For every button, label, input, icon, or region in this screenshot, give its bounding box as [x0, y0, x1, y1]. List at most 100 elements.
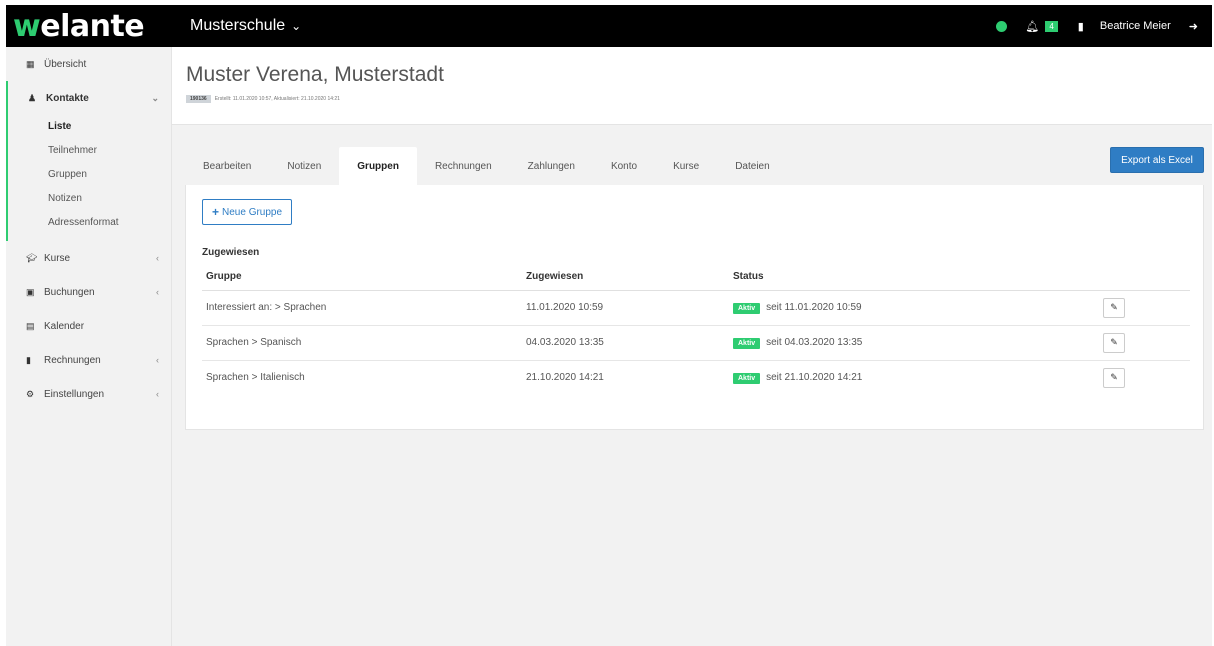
- subnav-item-adressenformat[interactable]: Adressenformat: [8, 211, 171, 235]
- tab-konto[interactable]: Konto: [593, 147, 655, 185]
- sidebar-item-buchungen[interactable]: ▣ Buchungen ‹: [6, 275, 171, 309]
- cell-zugewiesen: 04.03.2020 13:35: [522, 325, 729, 361]
- subnav-item-liste[interactable]: Liste: [8, 115, 171, 139]
- table-row: Sprachen > Spanisch 04.03.2020 13:35 Akt…: [202, 325, 1190, 361]
- plus-icon: +: [212, 205, 220, 219]
- status-badge: Aktiv: [733, 303, 761, 314]
- calendar-check-icon: ▣: [26, 286, 35, 297]
- brand-logo-prefix: w: [13, 8, 41, 44]
- cell-status: Aktiv seit 04.03.2020 13:35: [729, 325, 1099, 361]
- cell-status: Aktiv seit 11.01.2020 10:59: [729, 290, 1099, 326]
- status-since: seit 04.03.2020 13:35: [766, 337, 863, 348]
- grid-icon: ▦: [26, 58, 35, 69]
- tab-bearbeiten[interactable]: Bearbeiten: [185, 147, 269, 185]
- pencil-icon: ✎: [1110, 302, 1118, 312]
- cell-gruppe: Sprachen > Italienisch: [206, 372, 305, 384]
- groups-panel: + Neue Gruppe Zugewiesen Gruppe Zugewies…: [185, 185, 1204, 430]
- section-title: Zugewiesen: [202, 247, 260, 258]
- tab-bar: Bearbeiten Notizen Gruppen Rechnungen Za…: [185, 147, 1205, 185]
- chevron-left-icon: ‹: [156, 287, 159, 297]
- user-name[interactable]: Beatrice Meier: [1100, 20, 1171, 32]
- subnav-item-teilnehmer[interactable]: Teilnehmer: [8, 139, 171, 163]
- brand-logo-text: elante: [40, 8, 145, 44]
- cell-actions: ✎: [1099, 325, 1190, 361]
- tab-gruppen[interactable]: Gruppen: [339, 147, 417, 185]
- cell-zugewiesen: 21.10.2020 14:21: [526, 372, 604, 384]
- column-header-gruppe[interactable]: Gruppe: [202, 264, 522, 291]
- edit-button[interactable]: ✎: [1103, 332, 1125, 353]
- table-row: Interessiert an: > Sprachen 11.01.2020 1…: [202, 290, 1190, 326]
- chevron-left-icon: ‹: [156, 389, 159, 399]
- status-badge: Aktiv: [733, 338, 761, 349]
- new-group-label: Neue Gruppe: [222, 206, 283, 218]
- sidebar-item-label: Einstellungen: [44, 388, 105, 400]
- groups-table: Gruppe Zugewiesen Status Interessiert an…: [202, 264, 1190, 395]
- user-icon: ♟: [28, 92, 37, 103]
- brand-logo[interactable]: w elante: [6, 5, 172, 47]
- cell-status: Aktiv seit 21.10.2020 14:21: [729, 360, 1099, 395]
- edit-button[interactable]: ✎: [1103, 297, 1125, 318]
- export-excel-button[interactable]: Export als Excel: [1110, 147, 1204, 173]
- sidebar-item-kontakte[interactable]: ♟ Kontakte ⌄: [8, 81, 171, 115]
- chevron-left-icon: ‹: [156, 253, 159, 263]
- sidebar-item-einstellungen[interactable]: ⚙ Einstellungen ‹: [6, 377, 171, 411]
- cell-gruppe: Interessiert an: > Sprachen: [202, 290, 522, 326]
- sidebar-item-label: Kurse: [44, 252, 71, 264]
- logout-icon[interactable]: ➜: [1189, 20, 1198, 33]
- table-header-row: Gruppe Zugewiesen Status: [202, 264, 1190, 291]
- sidebar-item-label: Buchungen: [44, 286, 95, 298]
- online-status-icon[interactable]: [996, 20, 1008, 32]
- sidebar-item-label: Übersicht: [44, 58, 87, 70]
- sidebar-item-kurse[interactable]: 🎓︎ Kurse ‹: [6, 241, 171, 275]
- new-group-button[interactable]: + Neue Gruppe: [202, 199, 293, 225]
- record-id-badge: 190136: [186, 95, 211, 103]
- school-switcher[interactable]: Musterschule ⌄: [172, 17, 301, 35]
- column-header-status[interactable]: Status: [729, 264, 1099, 291]
- sidebar-item-label: Kalender: [44, 320, 85, 332]
- tab-kurse[interactable]: Kurse: [655, 147, 717, 185]
- kontakte-group: ♟ Kontakte ⌄ Liste Teilnehmer Gruppen No…: [6, 81, 171, 241]
- bell-icon[interactable]: 🔔︎: [1025, 20, 1039, 33]
- edit-button[interactable]: ✎: [1103, 367, 1125, 388]
- table-row: Sprachen > Italienisch 21.10.2020 14:21 …: [202, 360, 1190, 395]
- page-title: Muster Verena, Musterstadt: [186, 63, 444, 86]
- chevron-down-icon: ⌄: [151, 92, 159, 103]
- calendar-icon: ▤: [26, 320, 35, 331]
- pencil-icon: ✎: [1110, 372, 1118, 383]
- school-name: Musterschule: [190, 17, 286, 34]
- tab-zahlungen[interactable]: Zahlungen: [510, 147, 593, 185]
- notification-count-badge[interactable]: 4: [1045, 20, 1058, 32]
- bookmark-icon[interactable]: ▮: [1078, 20, 1084, 33]
- column-header-actions: [1099, 264, 1190, 291]
- pencil-icon: ✎: [1110, 337, 1118, 347]
- sidebar-item-label: Kontakte: [46, 92, 89, 104]
- cogs-icon: ⚙: [26, 388, 35, 399]
- tab-dateien[interactable]: Dateien: [717, 147, 787, 185]
- cell-actions: ✎: [1099, 290, 1190, 326]
- record-timestamps: Erstellt: 11.01.2020 10:57, Aktualisiert…: [214, 96, 340, 102]
- tab-notizen[interactable]: Notizen: [269, 147, 339, 185]
- main-content: Muster Verena, Musterstadt 190136 Erstel…: [172, 47, 1212, 646]
- top-bar: w elante Musterschule ⌄ 🔔︎ 4 ▮ Beatrice M…: [6, 5, 1212, 47]
- status-badge: Aktiv: [733, 373, 761, 385]
- graduation-cap-icon: 🎓︎: [26, 252, 38, 263]
- kontakte-subnav: Liste Teilnehmer Gruppen Notizen Adresse…: [8, 115, 171, 241]
- file-icon: ▮: [26, 354, 31, 365]
- column-header-zugewiesen[interactable]: Zugewiesen: [522, 264, 729, 291]
- status-since: seit 21.10.2020 14:21: [766, 372, 863, 384]
- subnav-item-gruppen[interactable]: Gruppen: [8, 163, 171, 187]
- sidebar-item-uebersicht[interactable]: ▦ Übersicht: [6, 47, 171, 81]
- status-since: seit 11.01.2020 10:59: [766, 302, 862, 313]
- sidebar-item-rechnungen[interactable]: ▮ Rechnungen ‹: [6, 343, 171, 377]
- cell-zugewiesen: 11.01.2020 10:59: [522, 290, 729, 326]
- cell-actions: ✎: [1099, 360, 1190, 395]
- tab-rechnungen[interactable]: Rechnungen: [417, 147, 510, 185]
- sidebar-item-kalender[interactable]: ▤ Kalender: [6, 309, 171, 343]
- subnav-item-notizen[interactable]: Notizen: [8, 187, 171, 211]
- sidebar-item-label: Rechnungen: [44, 354, 101, 366]
- sidebar: ▦ Übersicht ♟ Kontakte ⌄ Liste Teilnehme…: [6, 47, 172, 646]
- top-right-actions: 🔔︎ 4 ▮ Beatrice Meier ➜: [996, 20, 1212, 33]
- chevron-left-icon: ‹: [156, 355, 159, 365]
- chevron-down-icon: ⌄: [291, 19, 302, 33]
- cell-gruppe: Sprachen > Spanisch: [202, 325, 522, 361]
